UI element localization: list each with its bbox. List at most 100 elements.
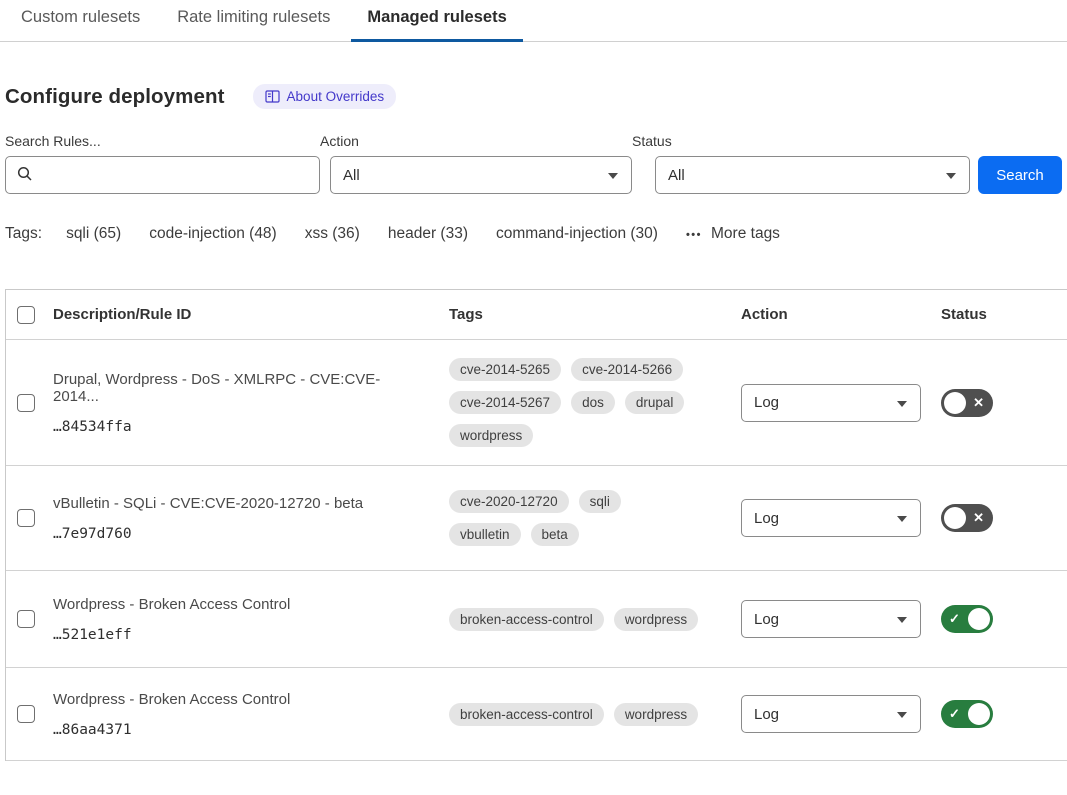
action-filter-group: Action All [320,133,632,194]
tag-filter-sqli[interactable]: sqli (65) [66,225,121,243]
rule-id: …521e1eff [53,627,419,643]
tag-pill: wordpress [449,424,533,447]
rule-tags: cve-2020-12720 sqli vbulletin beta [449,490,741,546]
status-filter-value: All [668,167,685,184]
book-icon [265,90,280,103]
tag-filter-xss[interactable]: xss (36) [305,225,360,243]
rules-table: Description/Rule ID Tags Action Status D… [5,289,1067,761]
ruleset-tabbar: Custom rulesets Rate limiting rulesets M… [0,0,1067,42]
rule-action-value: Log [754,611,779,628]
tag-pill: cve-2014-5265 [449,358,561,381]
chevron-down-icon [946,173,956,179]
about-overrides-label: About Overrides [287,89,385,104]
col-tags: Tags [449,306,741,323]
page-title: Configure deployment [5,85,225,109]
about-overrides-badge[interactable]: About Overrides [253,84,397,109]
table-row: Wordpress - Broken Access Control …86aa4… [6,668,1067,761]
check-icon: ✓ [949,700,960,728]
table-row: Wordpress - Broken Access Control …521e1… [6,571,1067,668]
action-filter-label: Action [320,133,632,149]
rule-id: …84534ffa [53,419,419,435]
tag-pill: dos [571,391,615,414]
tags-bar: Tags: sqli (65) code-injection (48) xss … [5,225,1062,243]
status-filter-group: Status All [632,133,970,194]
tag-pill: beta [531,523,579,546]
tag-pill: wordpress [614,608,698,631]
rule-action-value: Log [754,394,779,411]
filter-row: Search Rules... Action All Status All Se… [5,133,1062,194]
tag-pill: wordpress [614,703,698,726]
tab-managed-rulesets[interactable]: Managed rulesets [351,8,522,42]
more-tags-label: More tags [711,225,780,243]
tag-filter-code-injection[interactable]: code-injection (48) [149,225,277,243]
rule-action-select[interactable]: Log [741,384,921,422]
tag-filter-command-injection[interactable]: command-injection (30) [496,225,658,243]
col-action: Action [741,306,941,323]
chevron-down-icon [608,173,618,179]
tag-pill: cve-2014-5266 [571,358,683,381]
tag-pill: broken-access-control [449,703,604,726]
rule-action-value: Log [754,510,779,527]
rule-status-toggle[interactable]: ✓ ✕ [941,504,993,532]
action-filter-select[interactable]: All [330,156,632,194]
tag-pill: cve-2020-12720 [449,490,569,513]
status-filter-select[interactable]: All [655,156,970,194]
tag-pill: broken-access-control [449,608,604,631]
rule-description: Wordpress - Broken Access Control [53,691,419,708]
chevron-down-icon [897,617,907,623]
search-rules-label: Search Rules... [5,133,320,149]
rule-action-select[interactable]: Log [741,695,921,733]
toggle-knob [968,703,990,725]
row-checkbox[interactable] [17,509,35,527]
table-row: Drupal, Wordpress - DoS - XMLRPC - CVE:C… [6,340,1067,466]
chevron-down-icon [897,401,907,407]
rule-id: …86aa4371 [53,722,419,738]
select-all-checkbox[interactable] [17,306,35,324]
more-tags-button[interactable]: ••• More tags [686,225,780,243]
row-checkbox[interactable] [17,394,35,412]
rule-action-select[interactable]: Log [741,499,921,537]
rule-id: …7e97d760 [53,526,419,542]
tab-custom-rulesets[interactable]: Custom rulesets [5,8,156,42]
header-row: Configure deployment About Overrides [5,84,1067,109]
ellipsis-icon: ••• [686,229,702,241]
search-box [5,156,320,194]
tab-rate-limiting-rulesets[interactable]: Rate limiting rulesets [161,8,346,42]
rule-status-toggle[interactable]: ✓ ✕ [941,389,993,417]
tag-pill: cve-2014-5267 [449,391,561,414]
action-filter-value: All [343,167,360,184]
rule-action-select[interactable]: Log [741,600,921,638]
row-checkbox[interactable] [17,705,35,723]
rule-description: vBulletin - SQLi - CVE:CVE-2020-12720 - … [53,495,419,512]
status-filter-label: Status [632,133,970,149]
search-icon [17,166,33,182]
search-rules-input[interactable] [5,156,320,194]
tag-pill: drupal [625,391,685,414]
check-icon: ✓ [949,605,960,633]
rule-tags: cve-2014-5265 cve-2014-5266 cve-2014-526… [449,358,741,447]
col-status: Status [941,306,1067,323]
rule-description: Wordpress - Broken Access Control [53,596,419,613]
rule-status-toggle[interactable]: ✓ ✕ [941,700,993,728]
toggle-knob [944,507,966,529]
rule-tags: broken-access-control wordpress [449,703,741,726]
tags-bar-label: Tags: [5,225,42,243]
chevron-down-icon [897,516,907,522]
row-checkbox[interactable] [17,610,35,628]
toggle-knob [944,392,966,414]
rule-tags: broken-access-control wordpress [449,608,741,631]
table-row: vBulletin - SQLi - CVE:CVE-2020-12720 - … [6,466,1067,571]
table-header-row: Description/Rule ID Tags Action Status [6,290,1067,340]
x-icon: ✕ [973,504,984,532]
tag-pill: sqli [579,490,621,513]
col-description-rule-id: Description/Rule ID [53,306,449,323]
rule-status-toggle[interactable]: ✓ ✕ [941,605,993,633]
rule-description: Drupal, Wordpress - DoS - XMLRPC - CVE:C… [53,371,419,405]
search-rules-group: Search Rules... [5,133,320,194]
toggle-knob [968,608,990,630]
chevron-down-icon [897,712,907,718]
x-icon: ✕ [973,389,984,417]
tag-pill: vbulletin [449,523,521,546]
search-button[interactable]: Search [978,156,1062,194]
tag-filter-header[interactable]: header (33) [388,225,468,243]
